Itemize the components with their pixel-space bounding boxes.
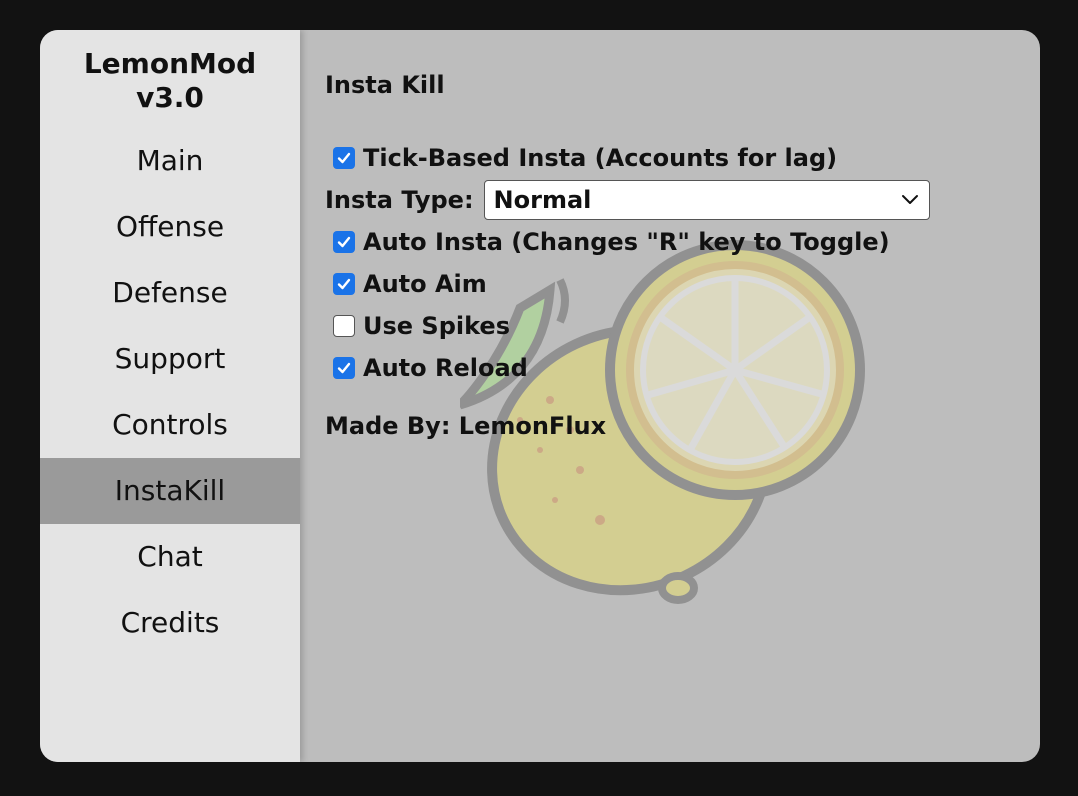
sidebar-nav: Main Offense Defense Support Controls In…: [40, 128, 300, 656]
insta-type-row: Insta Type: Normal: [325, 179, 1025, 221]
sidebar-item-controls[interactable]: Controls: [40, 392, 300, 458]
section-title: Insta Kill: [325, 71, 445, 99]
app-name: LemonMod: [83, 47, 257, 80]
auto-insta-checkbox[interactable]: [333, 231, 355, 253]
content-area: Insta Kill Tick-Based Insta (Accounts fo…: [300, 30, 1040, 762]
checkmark-icon: [337, 278, 351, 290]
sidebar-item-main[interactable]: Main: [40, 128, 300, 194]
sidebar-item-support[interactable]: Support: [40, 326, 300, 392]
app-window: LemonMod v3.0 Main Offense Defense Suppo…: [40, 30, 1040, 762]
option-label: Use Spikes: [363, 312, 510, 340]
option-label: Auto Reload: [363, 354, 528, 382]
sidebar-item-chat[interactable]: Chat: [40, 524, 300, 590]
sidebar-item-defense[interactable]: Defense: [40, 260, 300, 326]
sidebar-item-offense[interactable]: Offense: [40, 194, 300, 260]
sidebar-item-credits[interactable]: Credits: [40, 590, 300, 656]
option-label: Auto Aim: [363, 270, 487, 298]
checkmark-icon: [337, 362, 351, 374]
credit-text: Made By: LemonFlux: [325, 412, 607, 440]
use-spikes-checkbox[interactable]: [333, 315, 355, 337]
option-use-spikes[interactable]: Use Spikes: [325, 305, 1025, 347]
option-auto-aim[interactable]: Auto Aim: [325, 263, 1025, 305]
sidebar: LemonMod v3.0 Main Offense Defense Suppo…: [40, 30, 300, 762]
auto-reload-checkbox[interactable]: [333, 357, 355, 379]
insta-type-select[interactable]: Normal: [483, 180, 930, 220]
option-label: Auto Insta (Changes "R" key to Toggle): [363, 228, 890, 256]
checkmark-icon: [337, 152, 351, 164]
app-title: LemonMod v3.0: [40, 30, 300, 115]
checkmark-icon: [337, 236, 351, 248]
app-version: v3.0: [136, 81, 204, 114]
option-auto-insta[interactable]: Auto Insta (Changes "R" key to Toggle): [325, 221, 1025, 263]
instakill-panel: Insta Kill Tick-Based Insta (Accounts fo…: [325, 70, 1025, 441]
insta-type-label: Insta Type:: [325, 186, 474, 214]
tick-based-insta-checkbox[interactable]: [333, 147, 355, 169]
option-label: Tick-Based Insta (Accounts for lag): [363, 144, 838, 172]
auto-aim-checkbox[interactable]: [333, 273, 355, 295]
sidebar-item-instakill[interactable]: InstaKill: [40, 458, 300, 524]
option-tick-based-insta[interactable]: Tick-Based Insta (Accounts for lag): [325, 137, 1025, 179]
option-auto-reload[interactable]: Auto Reload: [325, 347, 1025, 389]
insta-type-value: Normal: [493, 186, 592, 214]
chevron-down-icon: [901, 195, 918, 204]
